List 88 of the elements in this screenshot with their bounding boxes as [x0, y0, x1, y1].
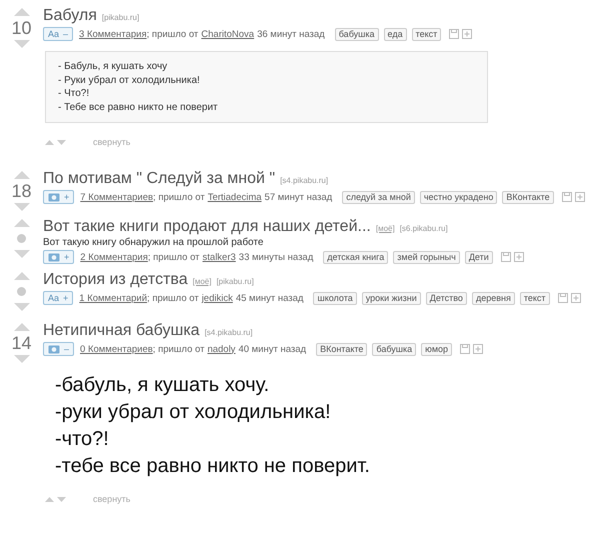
save-icon[interactable]	[500, 252, 511, 262]
upvote-icon[interactable]	[14, 323, 30, 331]
camera-icon	[48, 192, 60, 202]
save-icon[interactable]	[562, 192, 572, 202]
tag[interactable]: деревня	[472, 292, 515, 304]
text-line: -тебе все равно никто не поверит.	[55, 454, 371, 479]
source-domain: [s4.pikabu.ru]	[204, 328, 253, 337]
upvote-icon[interactable]	[45, 140, 54, 144]
posted-by-label: ; пришло от	[148, 252, 200, 262]
downvote-icon[interactable]	[14, 203, 30, 211]
downvote-icon[interactable]	[14, 355, 30, 363]
save-icon[interactable]	[558, 293, 568, 303]
plus-icon[interactable]	[462, 29, 472, 39]
posted-by-label: ; пришло от	[152, 344, 204, 354]
post-title[interactable]: Вот такие книги продают для наших детей...	[43, 217, 371, 237]
upvote-icon[interactable]	[14, 272, 30, 280]
upvote-icon[interactable]	[14, 219, 30, 227]
text-line: - Руки убрал от холодильника!	[58, 74, 201, 87]
tag[interactable]: текст	[520, 292, 550, 304]
posted-by-label: ; пришло от	[147, 292, 199, 304]
comments-link[interactable]: 7 Комментариев	[80, 192, 154, 202]
text-line: - Бабуль, я кушать хочу	[58, 60, 168, 74]
posted-by-label: ; пришло от	[153, 192, 205, 202]
post-title[interactable]: По мотивам " Следуй за мной "	[43, 169, 276, 189]
tag[interactable]: Дети	[464, 250, 493, 264]
rating: 10	[11, 19, 32, 37]
downvote-icon[interactable]	[14, 250, 30, 258]
post-title[interactable]: Нетипичная бабушка	[43, 321, 200, 341]
rating: 18	[11, 182, 32, 200]
source-domain: [s4.pikabu.ru]	[280, 176, 328, 185]
post-description: Вот такую книгу обнаружил на прошлой работе	[43, 237, 264, 249]
downvote-icon[interactable]	[14, 303, 30, 311]
tag[interactable]: бабушка	[334, 28, 379, 40]
post-title[interactable]: История из детства	[43, 270, 188, 290]
plus-icon[interactable]	[570, 293, 581, 303]
text-line: -что?!	[55, 427, 110, 452]
post-time: 40 минут назад	[238, 344, 306, 354]
plus-icon[interactable]	[473, 344, 484, 354]
neutral-rating-icon	[17, 287, 26, 296]
author-link[interactable]: stalker3	[202, 252, 236, 262]
tag[interactable]: следуй за мной	[342, 190, 415, 204]
downvote-icon[interactable]	[57, 140, 66, 144]
text-line: -руки убрал от холодильника!	[55, 400, 332, 425]
comments-link[interactable]: 0 Комментариев	[80, 344, 153, 354]
plus-icon[interactable]	[574, 192, 585, 202]
save-icon[interactable]	[449, 29, 460, 39]
author-link[interactable]: CharitoNova	[201, 28, 254, 40]
author-link[interactable]: nadoly	[207, 344, 236, 354]
tag[interactable]: уроки жизни	[362, 292, 421, 304]
post-time: 36 минут назад	[257, 28, 325, 40]
posted-by-label: ; пришло от	[146, 28, 198, 40]
comments-link[interactable]: 1 Комментарий	[79, 292, 148, 304]
upvote-icon[interactable]	[14, 171, 30, 179]
upvote-icon[interactable]	[14, 8, 30, 16]
post-time: 57 минут назад	[264, 192, 332, 202]
tag[interactable]: детская книга	[323, 250, 388, 264]
save-icon[interactable]	[460, 344, 470, 354]
tag[interactable]: ВКонтакте	[502, 190, 554, 204]
camera-icon	[48, 344, 60, 354]
tag[interactable]: честно украдено	[420, 190, 498, 204]
tag[interactable]: бабушка	[372, 342, 416, 356]
camera-icon	[48, 252, 60, 262]
text-line: - Тебе все равно никто не поверит	[58, 100, 219, 114]
neutral-rating-icon	[17, 234, 26, 243]
tag[interactable]: Детство	[426, 292, 467, 304]
author-link[interactable]: Tertiadecima	[208, 192, 262, 202]
rating: 14	[11, 334, 32, 352]
tag[interactable]: змей горыныч	[393, 250, 460, 264]
tag[interactable]: текст	[412, 28, 442, 40]
comments-link[interactable]: 2 Комментария	[80, 252, 148, 262]
source-domain: [pikabu.ru]	[102, 13, 140, 22]
author-link[interactable]: jedikick	[202, 292, 233, 304]
upvote-icon[interactable]	[45, 496, 54, 502]
post-time: 45 минут назад	[236, 292, 304, 304]
downvote-icon[interactable]	[14, 40, 30, 48]
text-line: -бабуль, я кушать хочу.	[55, 373, 270, 398]
plus-icon[interactable]	[514, 252, 524, 262]
text-line: - Что?!	[58, 87, 90, 100]
post-title[interactable]: Бабуля	[43, 6, 97, 26]
tag[interactable]: школота	[313, 292, 357, 304]
source-domain: [pikabu.ru]	[216, 277, 254, 286]
source-domain: [s6.pikabu.ru]	[400, 224, 448, 233]
tag[interactable]: еда	[384, 28, 407, 40]
tag[interactable]: ВКонтакте	[316, 342, 368, 356]
comments-link[interactable]: 3 Комментария	[79, 28, 147, 40]
downvote-icon[interactable]	[57, 496, 66, 502]
post-time: 33 минуты назад	[238, 252, 314, 262]
tag[interactable]: юмор	[421, 342, 452, 356]
